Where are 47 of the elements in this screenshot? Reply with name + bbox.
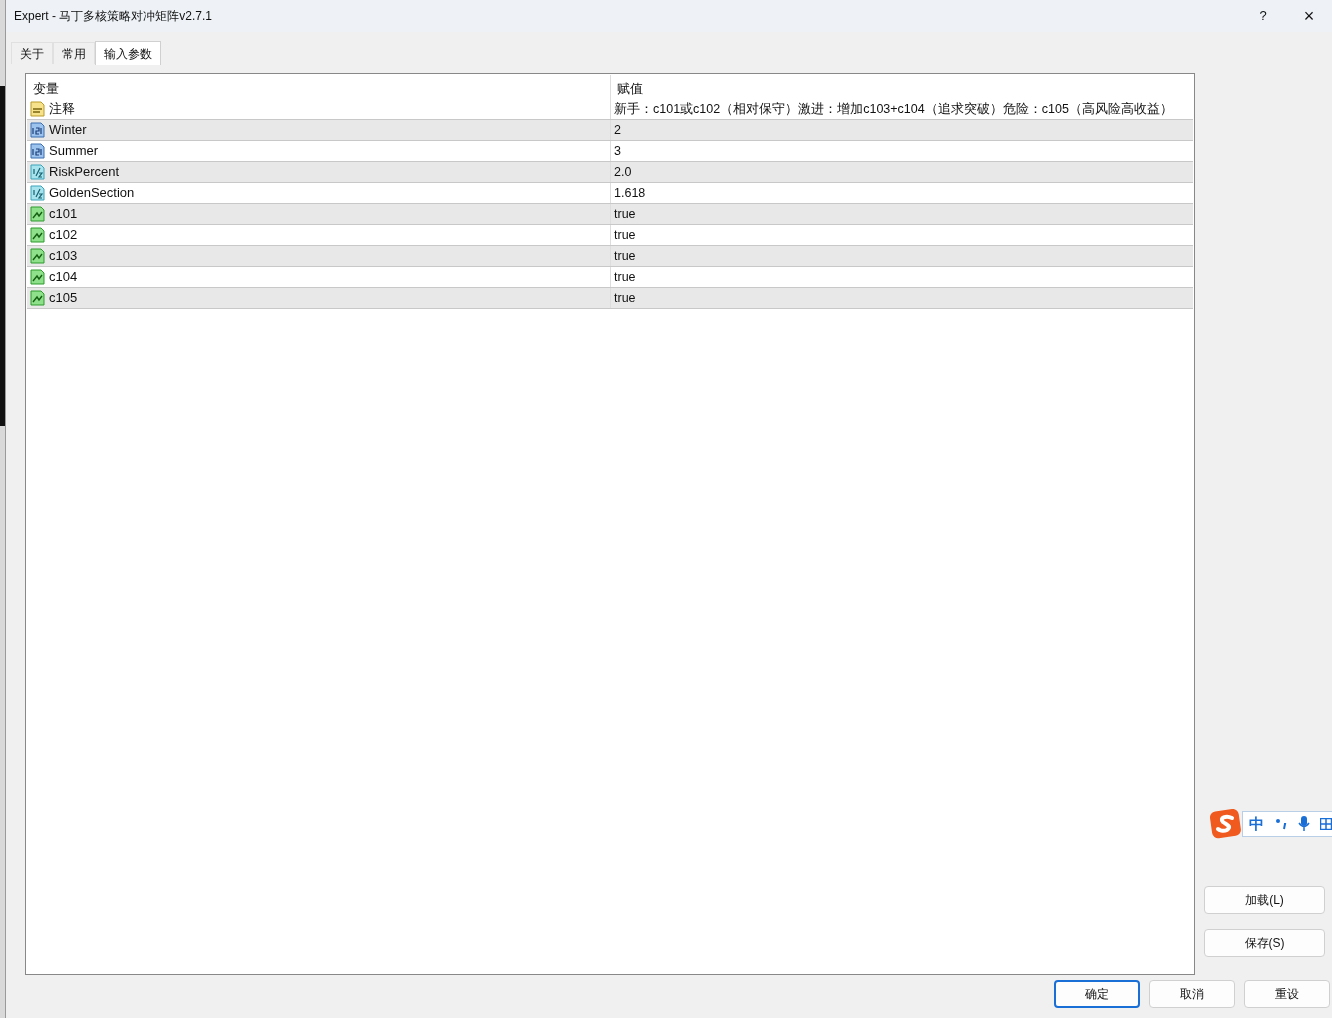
dialog-button[interactable]: 保存(S) — [1204, 929, 1325, 957]
decimal-type-icon — [29, 164, 45, 180]
parameter-name: c103 — [49, 247, 78, 266]
parameter-value[interactable]: 3 — [610, 141, 1193, 161]
integer-type-icon — [29, 143, 45, 159]
help-button[interactable]: ? — [1240, 0, 1286, 32]
parameter-value[interactable]: true — [610, 225, 1193, 245]
parameter-value[interactable]: 1.618 — [610, 183, 1193, 203]
parameter-name: 注释 — [49, 100, 75, 119]
dialog-button[interactable]: 确定 — [1054, 980, 1140, 1008]
boolean-type-icon — [29, 269, 45, 285]
tab[interactable]: 关于 — [11, 42, 53, 64]
microphone-icon[interactable] — [1298, 816, 1310, 832]
column-header: 变量 — [32, 79, 60, 98]
parameter-name: c102 — [49, 226, 78, 245]
tab[interactable]: 输入参数 — [95, 41, 161, 65]
language-mode-toggle[interactable]: 中 — [1249, 812, 1264, 836]
boolean-type-icon — [29, 290, 45, 306]
boolean-type-icon — [29, 206, 45, 222]
parameter-value[interactable]: true — [610, 204, 1193, 224]
parameter-name: RiskPercent — [49, 163, 120, 182]
boolean-type-icon — [29, 248, 45, 264]
keyboard-grid-icon[interactable] — [1320, 818, 1332, 830]
parameter-value[interactable]: true — [610, 267, 1193, 287]
parameter-name: c101 — [49, 205, 78, 224]
parameter-name: GoldenSection — [49, 184, 135, 203]
parameter-value[interactable]: true — [610, 246, 1193, 266]
parameter-value[interactable]: true — [610, 288, 1193, 308]
punctuation-icon[interactable] — [1274, 817, 1288, 831]
integer-type-icon — [29, 122, 45, 138]
decimal-type-icon — [29, 185, 45, 201]
parameter-name: Winter — [49, 121, 87, 140]
dialog-button[interactable]: 取消 — [1149, 980, 1235, 1008]
dialog-button[interactable]: 加载(L) — [1204, 886, 1325, 914]
parameter-value[interactable]: 2 — [610, 120, 1193, 140]
close-button[interactable]: × — [1286, 0, 1332, 32]
boolean-type-icon — [29, 227, 45, 243]
parameter-value[interactable]: 2.0 — [610, 162, 1193, 182]
tab[interactable]: 常用 — [53, 42, 95, 64]
window-title: Expert - 马丁多核策略对冲矩阵v2.7.1 — [14, 8, 213, 25]
parameter-name: Summer — [49, 142, 99, 161]
input-method-logo-icon[interactable] — [1210, 809, 1242, 839]
parameter-name: c105 — [49, 289, 78, 308]
parameter-name: c104 — [49, 268, 78, 287]
parameter-value[interactable]: 新手：c101或c102（相对保守）激进：增加c103+c104（追求突破）危险：c105（高风险高收益） — [610, 99, 1193, 119]
dialog-button[interactable]: 重设 — [1244, 980, 1330, 1008]
text-type-icon — [29, 101, 45, 117]
